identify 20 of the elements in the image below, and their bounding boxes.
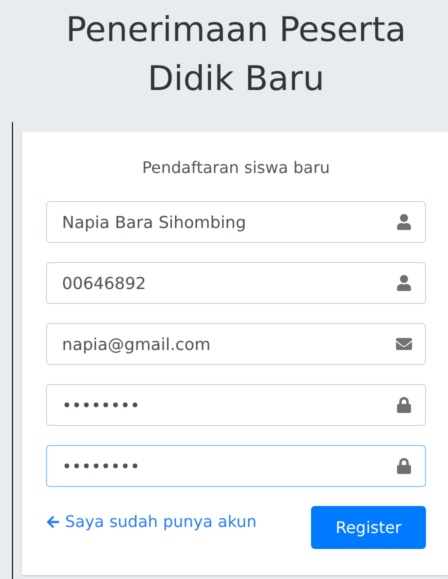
page-title: Penerimaan Peserta Didik Baru [64, 9, 408, 101]
register-button[interactable]: Register [311, 506, 426, 549]
form-heading: Pendaftaran siswa baru [141, 158, 331, 177]
input-field[interactable]: napia@gmail.com [46, 323, 426, 365]
input-field[interactable]: 00646892 [46, 262, 426, 304]
input-field[interactable]: •••••••• [46, 384, 426, 426]
lock-icon [396, 458, 412, 474]
input-value[interactable]: Napia Bara Sihombing [62, 212, 396, 232]
input-field[interactable]: •••••••• [46, 445, 426, 487]
envelope-icon [396, 336, 412, 352]
user-icon [396, 275, 412, 291]
input-value[interactable]: •••••••• [62, 396, 396, 414]
login-link[interactable]: Saya sudah punya akun [46, 512, 257, 531]
input-value[interactable]: •••••••• [62, 456, 396, 476]
input-field[interactable]: Napia Bara Sihombing [46, 201, 426, 243]
user-icon [396, 214, 412, 230]
arrow-left-icon [46, 514, 60, 528]
input-value[interactable]: napia@gmail.com [62, 334, 396, 354]
input-value[interactable]: 00646892 [62, 274, 396, 292]
lock-icon [396, 397, 412, 413]
